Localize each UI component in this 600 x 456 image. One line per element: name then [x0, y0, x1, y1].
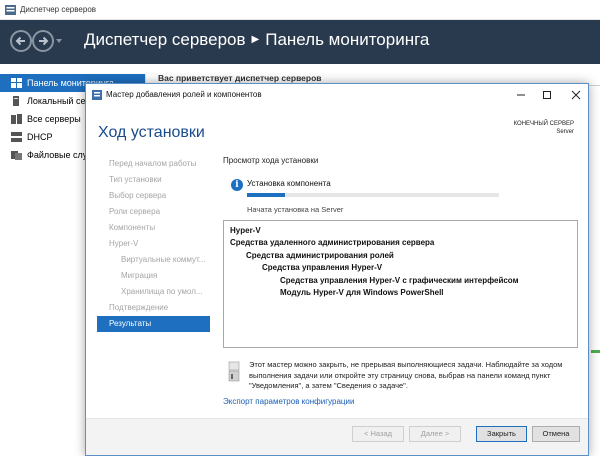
- progress-title: Установка компонента: [247, 179, 331, 188]
- close-icon: [571, 90, 581, 100]
- flag-icon: [228, 361, 240, 382]
- status-accent: [591, 350, 600, 353]
- back-button[interactable]: < Назад: [352, 426, 404, 442]
- destination-server-label: КОНЕЧНЫЙ СЕРВЕР: [513, 121, 574, 127]
- arrow-right-icon: [39, 36, 49, 46]
- maximize-icon: [543, 91, 551, 99]
- close-button[interactable]: [567, 87, 585, 103]
- next-button[interactable]: Далее >: [409, 426, 461, 442]
- progress-status: Начата установка на Server: [247, 205, 344, 214]
- step-item: Подтверждение: [109, 303, 169, 312]
- forward-button[interactable]: [32, 30, 54, 52]
- step-item: Перед началом работы: [109, 159, 197, 168]
- step-item: Роли сервера: [109, 207, 161, 216]
- minimize-icon: [517, 94, 525, 96]
- wizard-steps: Перед началом работы Тип установки Выбор…: [97, 156, 210, 332]
- step-item: Выбор сервера: [109, 191, 167, 200]
- step-item: Компоненты: [109, 223, 156, 232]
- result-item: Модуль Hyper-V для Windows PowerShell: [280, 287, 444, 297]
- server-manager-icon: [5, 5, 16, 15]
- breadcrumb-app[interactable]: Диспетчер серверов: [84, 30, 246, 49]
- breadcrumb-page: Панель мониторинга: [265, 30, 430, 49]
- notice-text: Этот мастер можно закрыть, не прерывая в…: [249, 360, 563, 390]
- sidebar-item-label: DHCP: [27, 132, 53, 142]
- wizard-icon: [92, 90, 102, 100]
- dialog-title: Мастер добавления ролей и компонентов: [106, 90, 262, 99]
- minimize-button[interactable]: [512, 87, 530, 103]
- step-item: Тип установки: [109, 175, 162, 184]
- file-services-icon: [11, 151, 22, 160]
- breadcrumb-separator-icon: ▶: [251, 34, 260, 45]
- server-icon: [13, 96, 19, 106]
- maximize-button[interactable]: [538, 87, 556, 103]
- progress-caption: Просмотр хода установки: [223, 156, 319, 165]
- result-item: Средства управления Hyper-V с графически…: [280, 275, 519, 285]
- sidebar-item-label: Все серверы: [27, 114, 81, 124]
- role-icon: [11, 132, 22, 142]
- step-item: Hyper-V: [109, 239, 139, 248]
- result-item: Средства управления Hyper-V: [262, 263, 383, 273]
- destination-server-value: Server: [556, 129, 574, 135]
- server-manager-titlebar: Диспетчер серверов: [0, 0, 600, 20]
- breadcrumb: Диспетчер серверов ▶ Панель мониторинга: [84, 30, 429, 50]
- dashboard-icon: [11, 78, 22, 88]
- server-manager-header: Диспетчер серверов ▶ Панель мониторинга: [0, 20, 600, 64]
- result-item: Средства администрирования ролей: [246, 250, 394, 260]
- page-title: Ход установки: [98, 124, 205, 141]
- window-title: Диспетчер серверов: [20, 5, 97, 14]
- arrow-left-icon: [15, 36, 25, 46]
- back-button[interactable]: [10, 30, 32, 52]
- export-config-link[interactable]: Экспорт параметров конфигурации: [223, 397, 354, 406]
- result-item: Средства удаленного администрирования се…: [230, 238, 435, 248]
- progress-bar: [247, 193, 499, 197]
- welcome-heading: Вас приветствует диспетчер серверов: [158, 73, 322, 83]
- info-icon: i: [231, 179, 243, 191]
- step-item-results[interactable]: Результаты: [97, 316, 210, 332]
- step-item: Миграция: [121, 271, 158, 280]
- close-wizard-button[interactable]: Закрыть: [476, 426, 527, 442]
- servers-icon: [11, 114, 22, 124]
- step-item: Хранилища по умол...: [121, 287, 203, 296]
- progress-bar-fill: [247, 193, 285, 197]
- history-dropdown-icon[interactable]: [56, 39, 62, 43]
- dialog-titlebar[interactable]: Мастер добавления ролей и компонентов: [86, 84, 588, 106]
- step-item: Виртуальные коммут...: [121, 255, 206, 264]
- add-roles-wizard-dialog: Мастер добавления ролей и компонентов Хо…: [85, 83, 589, 456]
- results-list: Hyper-V Средства удаленного администриро…: [223, 220, 578, 348]
- cancel-button[interactable]: Отмена: [532, 426, 580, 442]
- result-item: Hyper-V: [230, 226, 261, 235]
